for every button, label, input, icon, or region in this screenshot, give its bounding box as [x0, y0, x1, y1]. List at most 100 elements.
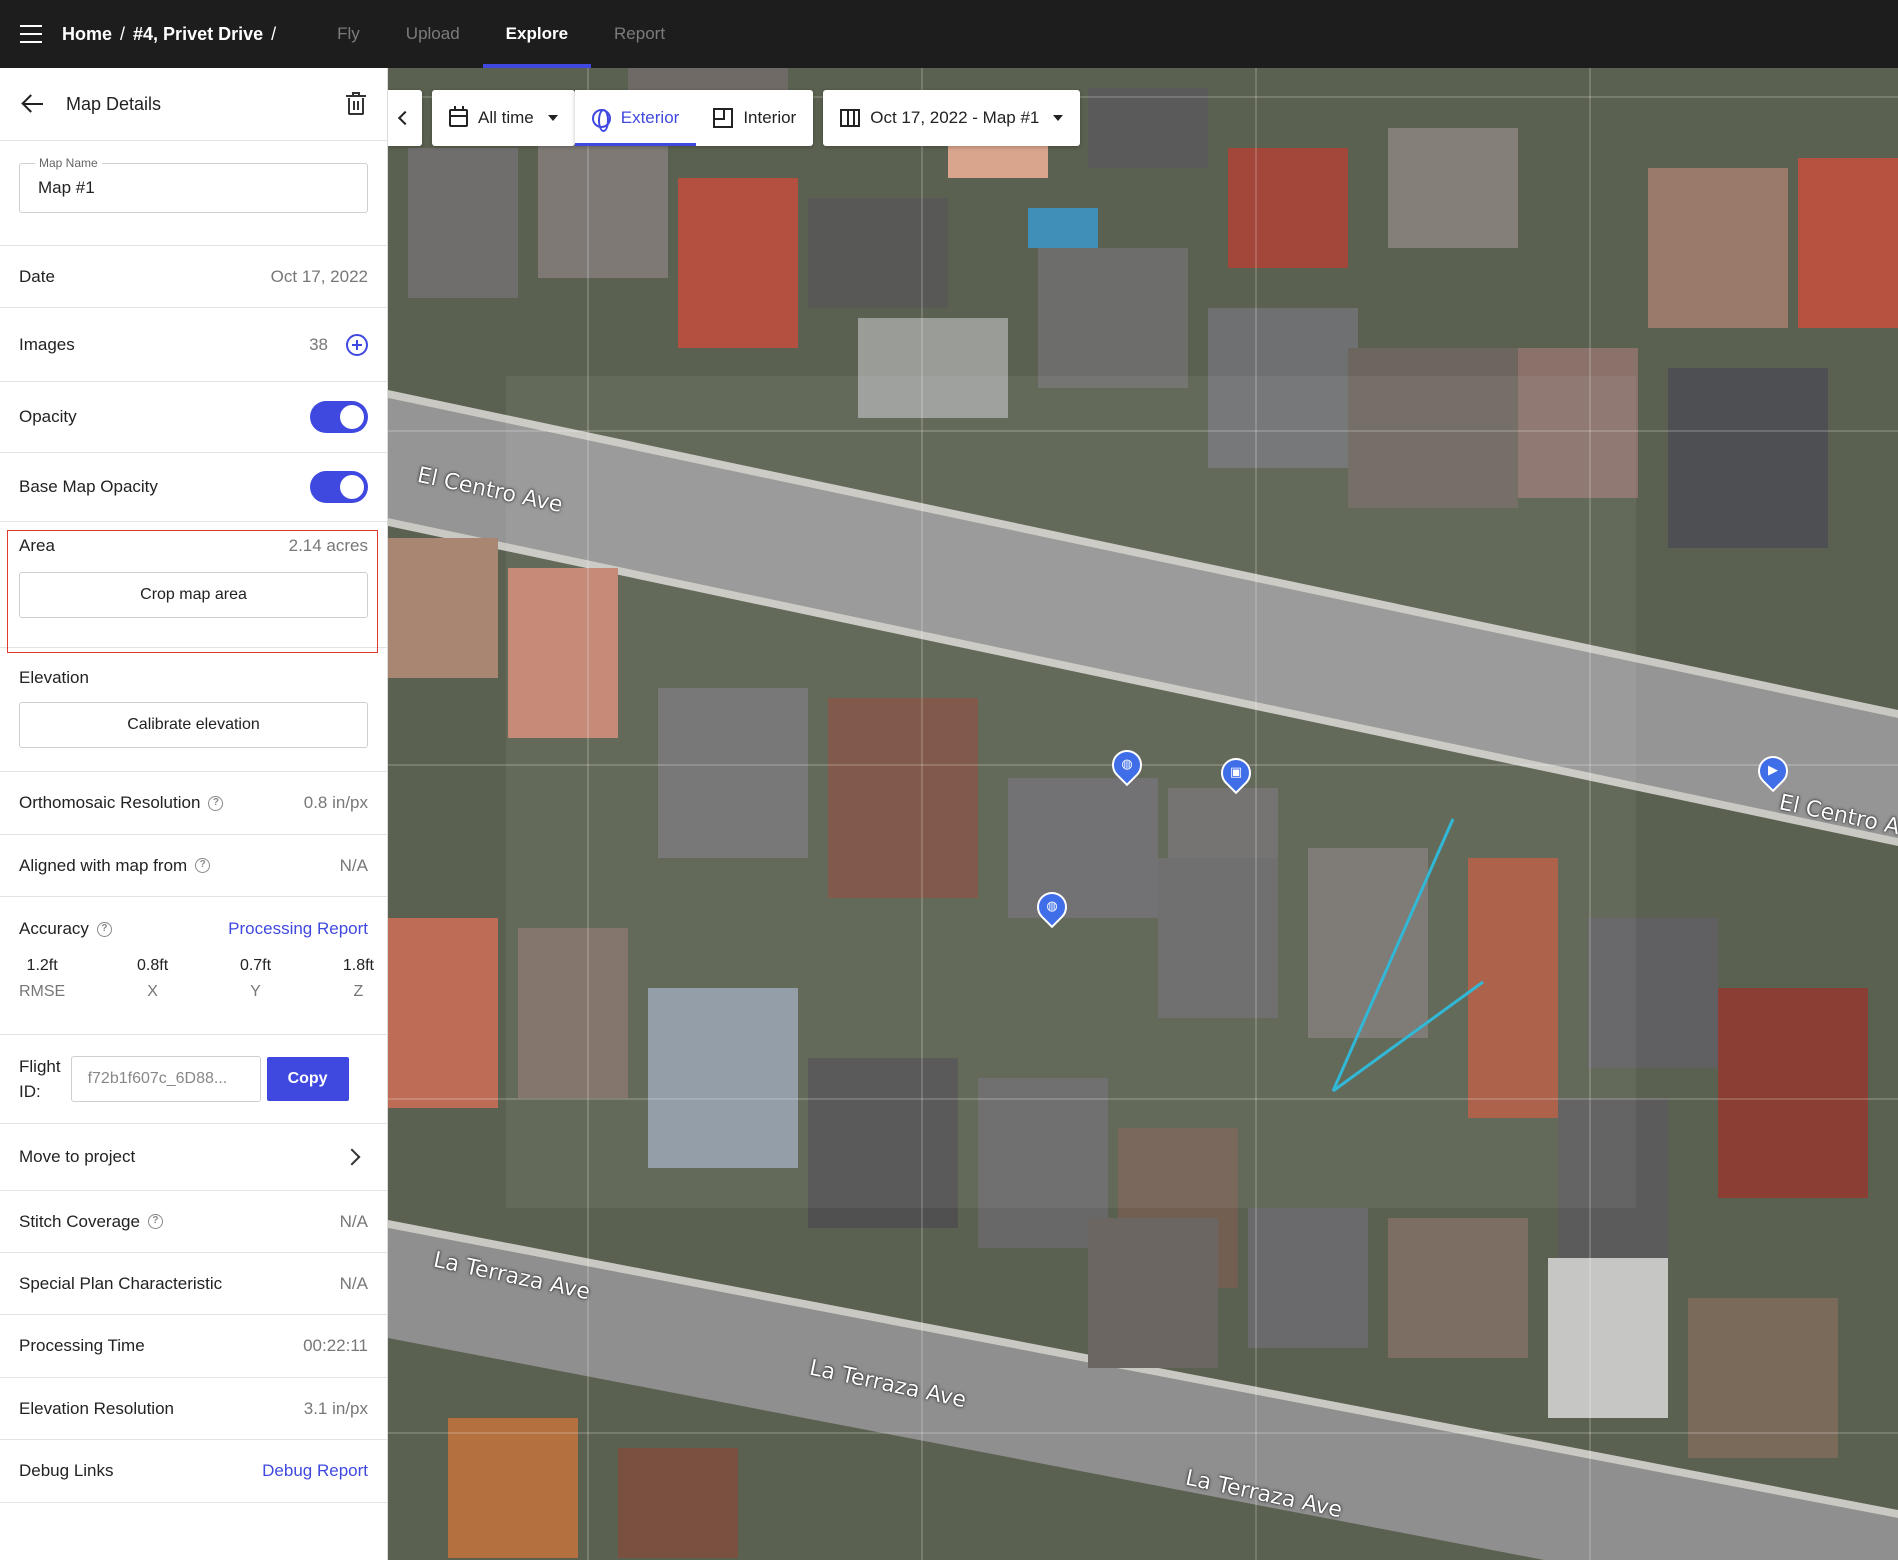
tab-fly[interactable]: Fly	[314, 0, 383, 68]
accuracy-rmse: 1.2ft RMSE	[19, 957, 65, 1001]
map-name-field[interactable]: Map Name Map #1	[19, 156, 368, 213]
flight-id-label-line2: ID:	[19, 1082, 41, 1101]
tab-interior[interactable]: Interior	[696, 90, 813, 146]
stitch-coverage-label-wrap: Stitch Coverage ?	[19, 1212, 340, 1232]
ortho-resolution-row: Orthomosaic Resolution ? 0.8 in/px	[0, 772, 387, 835]
chevron-right-icon	[343, 1148, 361, 1166]
collapse-panel-button[interactable]	[388, 90, 422, 146]
elevation-resolution-value: 3.1 in/px	[303, 1398, 368, 1418]
processing-time-label: Processing Time	[19, 1336, 145, 1355]
special-plan-row: Special Plan Characteristic N/A	[0, 1253, 387, 1315]
exterior-label: Exterior	[620, 108, 680, 127]
opacity-label: Opacity	[19, 407, 77, 426]
map-name-value: Map #1	[38, 178, 95, 197]
caret-down-icon	[547, 115, 558, 121]
opacity-toggle[interactable]	[310, 401, 368, 433]
breadcrumb-separator: /	[271, 23, 277, 44]
info-icon[interactable]: ?	[208, 795, 224, 811]
date-row: Date Oct 17, 2022	[0, 246, 387, 308]
camera-pin[interactable]: ▣	[1214, 751, 1258, 796]
stitch-coverage-label: Stitch Coverage	[19, 1211, 140, 1231]
map-select-dropdown[interactable]: Oct 17, 2022 - Map #1	[823, 90, 1081, 146]
tab-upload[interactable]: Upload	[383, 0, 483, 68]
floor-plan-icon	[713, 108, 734, 128]
tab-report[interactable]: Report	[591, 0, 688, 68]
info-icon[interactable]: ?	[96, 921, 112, 937]
globe-icon: ◍	[1046, 898, 1058, 913]
date-label: Date	[19, 266, 55, 286]
images-count: 38	[309, 334, 328, 354]
aligned-label: Aligned with map from	[19, 855, 188, 875]
flight-id-label-line1: Flight	[19, 1057, 61, 1076]
special-plan-label: Special Plan Characteristic	[19, 1273, 223, 1293]
accuracy-header: Accuracy ? Processing Report	[0, 919, 387, 939]
globe-icon	[591, 108, 611, 132]
chevron-left-icon	[397, 110, 413, 126]
elevation-resolution-label: Elevation Resolution	[19, 1398, 174, 1418]
copy-button[interactable]: Copy	[266, 1057, 349, 1101]
base-map-opacity-toggle[interactable]	[310, 471, 368, 503]
ortho-resolution-label: Orthomosaic Resolution	[19, 793, 201, 812]
accuracy-key: X	[147, 983, 158, 1000]
map-details-panel: Map Details Map Name Map #1 Date Oct 17,…	[0, 68, 388, 1560]
processing-report-link[interactable]: Processing Report	[228, 919, 368, 939]
accuracy-z: 1.8ft Z	[343, 957, 374, 1001]
info-icon[interactable]: ?	[195, 858, 211, 873]
breadcrumb-property[interactable]: #4, Privet Drive	[133, 24, 263, 45]
back-arrow-icon[interactable]	[20, 91, 46, 117]
time-filter-dropdown[interactable]: All time	[432, 90, 575, 146]
flight-id-field[interactable]: f72b1f607c_6D88...	[70, 1056, 261, 1102]
accuracy-key: RMSE	[19, 983, 66, 1000]
accuracy-value: 0.7ft	[239, 957, 272, 974]
processing-time-value: 00:22:11	[303, 1336, 368, 1355]
view-mode-toggle: Exterior Interior	[574, 90, 814, 146]
date-value: Oct 17, 2022	[270, 266, 368, 286]
info-icon[interactable]: ?	[147, 1214, 163, 1229]
accuracy-label: Accuracy	[19, 919, 89, 938]
globe-pin[interactable]: ◍	[1030, 885, 1074, 930]
trash-icon[interactable]	[345, 92, 367, 116]
globe-pin[interactable]: ◍	[1105, 743, 1149, 788]
camera-icon: ▣	[1229, 764, 1243, 779]
map-toolbar: All time Exterior Interior Oct 17, 2022 …	[388, 90, 1081, 146]
move-to-project-row[interactable]: Move to project	[0, 1124, 387, 1191]
panel-header: Map Details	[0, 68, 387, 141]
debug-links-label: Debug Links	[19, 1461, 114, 1480]
map-canvas[interactable]: El Centro Ave El Centro Av La Terraza Av…	[388, 68, 1898, 1560]
base-map-opacity-label: Base Map Opacity	[19, 477, 158, 496]
calendar-icon	[449, 106, 468, 127]
stitch-coverage-value: N/A	[339, 1211, 368, 1231]
elevation-resolution-row: Elevation Resolution 3.1 in/px	[0, 1378, 387, 1440]
breadcrumb-home[interactable]: Home	[62, 24, 112, 45]
images-label: Images	[19, 334, 75, 354]
processing-time-row: Processing Time 00:22:11	[0, 1315, 387, 1378]
aligned-value: N/A	[339, 855, 368, 875]
accuracy-value: 1.8ft	[342, 957, 374, 974]
map-name-label: Map Name	[35, 156, 102, 170]
add-images-icon[interactable]	[346, 333, 368, 356]
time-filter[interactable]: All time	[432, 90, 575, 146]
debug-links-row: Debug Links Debug Report	[0, 1440, 387, 1503]
flight-id-label: Flight ID:	[19, 1054, 61, 1104]
time-filter-label: All time	[478, 108, 534, 127]
accuracy-section: Accuracy ? Processing Report 1.2ft RMSE 0…	[0, 897, 387, 1035]
tab-explore[interactable]: Explore	[482, 0, 592, 68]
special-plan-value: N/A	[339, 1273, 368, 1293]
map-name-section: Map Name Map #1	[0, 141, 387, 246]
video-pin[interactable]: ▶	[1751, 749, 1795, 794]
elevation-section: Elevation Calibrate elevation	[0, 648, 387, 772]
menu-icon[interactable]	[0, 0, 62, 68]
stitch-coverage-row: Stitch Coverage ? N/A	[0, 1191, 387, 1253]
move-to-project-label: Move to project	[19, 1147, 136, 1166]
calibrate-elevation-button[interactable]: Calibrate elevation	[19, 702, 368, 748]
tab-exterior[interactable]: Exterior	[574, 90, 697, 146]
flight-id-row: Flight ID: f72b1f607c_6D88... Copy	[0, 1035, 387, 1124]
accuracy-value: 0.8ft	[137, 957, 169, 974]
map-select[interactable]: Oct 17, 2022 - Map #1	[823, 90, 1080, 146]
aligned-label-wrap: Aligned with map from ?	[19, 856, 340, 876]
aligned-row: Aligned with map from ? N/A	[0, 835, 387, 897]
breadcrumb-separator: /	[120, 23, 126, 44]
map-icon	[840, 109, 861, 127]
caret-down-icon	[1053, 115, 1064, 121]
debug-report-link[interactable]: Debug Report	[262, 1461, 368, 1481]
